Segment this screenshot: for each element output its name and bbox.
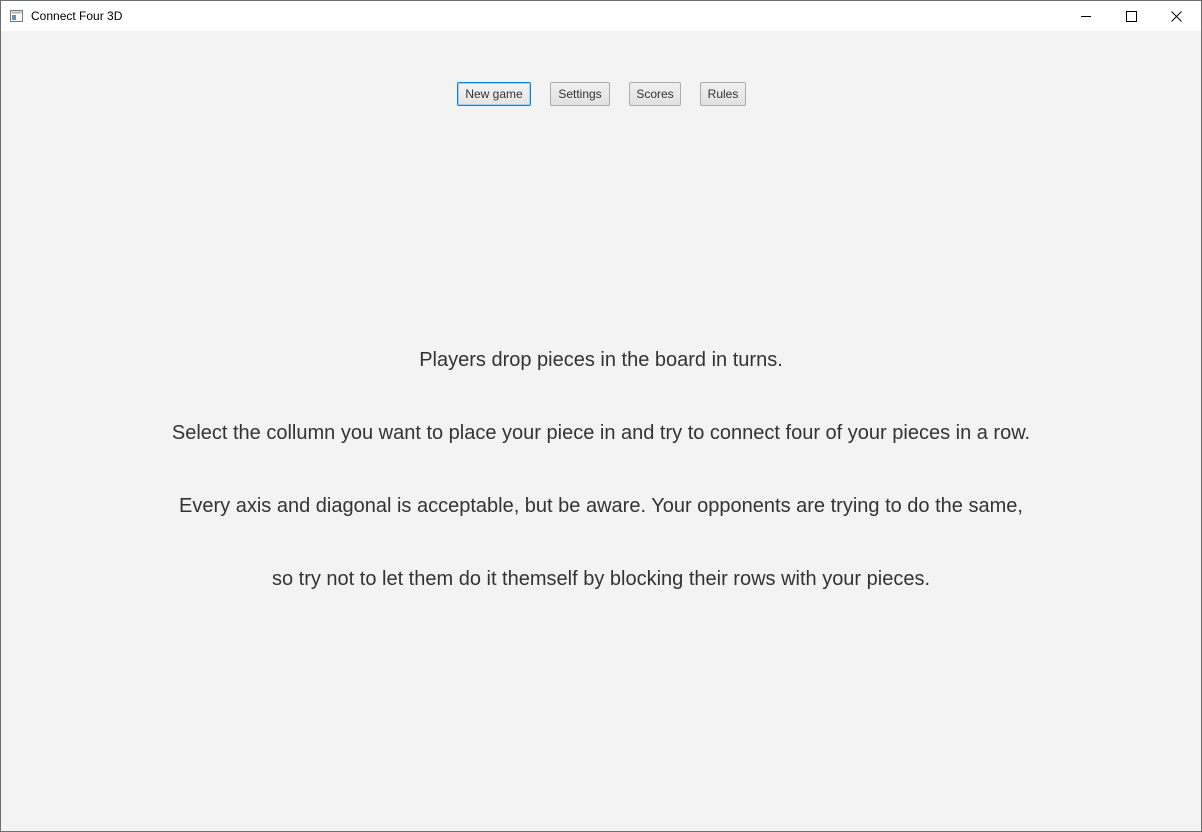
close-icon: [1171, 10, 1182, 22]
rules-text-line: Select the collumn you want to place you…: [171, 422, 1031, 444]
app-window: Connect Four 3D New game Settings Scores…: [0, 0, 1202, 832]
new-game-button[interactable]: New game: [457, 82, 531, 106]
main-content: New game Settings Scores Rules Players d…: [1, 31, 1201, 831]
maximize-button[interactable]: [1109, 1, 1154, 31]
rules-button[interactable]: Rules: [700, 82, 746, 106]
rules-text-line: Players drop pieces in the board in turn…: [419, 349, 783, 371]
close-button[interactable]: [1154, 1, 1199, 31]
scores-button[interactable]: Scores: [629, 82, 681, 106]
settings-button[interactable]: Settings: [550, 82, 610, 106]
minimize-button[interactable]: [1064, 1, 1109, 31]
rules-text-line: so try not to let them do it themself by…: [271, 568, 931, 590]
maximize-icon: [1126, 10, 1137, 22]
window-title: Connect Four 3D: [31, 9, 123, 23]
rules-text-line: Every axis and diagonal is acceptable, b…: [179, 495, 1023, 517]
app-window-icon: [10, 9, 23, 22]
title-bar[interactable]: Connect Four 3D: [1, 1, 1201, 31]
minimize-icon: [1081, 11, 1092, 22]
